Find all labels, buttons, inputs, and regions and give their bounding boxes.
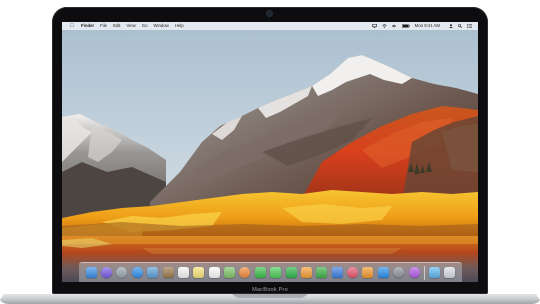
menu-bar:  Finder File Edit View Go Window Help M… <box>62 22 478 30</box>
trash-icon[interactable] <box>444 267 456 278</box>
macbook-device-photo:  Finder File Edit View Go Window Help M… <box>0 0 540 304</box>
ibooks-icon[interactable] <box>362 267 374 278</box>
messages-icon[interactable] <box>270 267 282 278</box>
menu-app-name[interactable]: Finder <box>81 22 94 30</box>
wifi-icon[interactable] <box>381 24 387 28</box>
search-icon[interactable] <box>458 24 462 28</box>
launchpad-icon[interactable] <box>116 267 128 278</box>
app-store-icon[interactable] <box>377 267 389 278</box>
keynote-icon[interactable] <box>331 267 343 278</box>
photos-icon[interactable] <box>239 267 251 278</box>
finder-icon[interactable] <box>85 267 97 278</box>
siri-icon[interactable] <box>101 267 113 278</box>
laptop-base <box>0 294 540 304</box>
menu-item-edit[interactable]: Edit <box>113 22 120 30</box>
notes-brown-icon[interactable] <box>162 267 174 278</box>
dock <box>79 262 462 282</box>
webcam-icon <box>267 11 272 16</box>
battery-icon[interactable] <box>401 24 410 28</box>
menu-item-go[interactable]: Go <box>142 22 148 30</box>
photos-viewer-icon[interactable] <box>147 267 159 278</box>
downloads-folder-icon[interactable] <box>428 267 440 278</box>
itunes-purple-icon[interactable] <box>408 267 420 278</box>
desktop-wallpaper <box>62 22 478 282</box>
menu-item-help[interactable]: Help <box>175 22 184 30</box>
facetime-icon[interactable] <box>254 267 266 278</box>
airplay-icon[interactable] <box>371 24 377 28</box>
numbers-icon[interactable] <box>316 267 328 278</box>
menu-item-file[interactable]: File <box>100 22 107 30</box>
menu-item-view[interactable]: View <box>126 22 135 30</box>
menu-clock[interactable]: Mon 9:41 AM <box>415 22 440 30</box>
facetime-video-icon[interactable] <box>285 267 297 278</box>
itunes-icon[interactable] <box>347 267 359 278</box>
reminders-icon[interactable] <box>208 267 220 278</box>
maps-icon[interactable] <box>224 267 236 278</box>
apple-logo-icon[interactable]:  <box>69 23 75 29</box>
system-preferences-icon[interactable] <box>393 267 405 278</box>
menu-item-window[interactable]: Window <box>153 22 168 30</box>
pages-icon[interactable] <box>300 267 312 278</box>
user-icon[interactable] <box>449 24 453 28</box>
dock-separator <box>423 265 425 280</box>
model-label: MacBook Pro <box>252 287 288 293</box>
desktop-screen:  Finder File Edit View Go Window Help M… <box>62 22 478 282</box>
calendar-icon[interactable] <box>177 267 189 278</box>
notes-icon[interactable] <box>193 267 205 278</box>
notification-center-icon[interactable] <box>467 24 472 28</box>
safari-icon[interactable] <box>131 267 143 278</box>
volume-icon[interactable] <box>391 24 397 28</box>
